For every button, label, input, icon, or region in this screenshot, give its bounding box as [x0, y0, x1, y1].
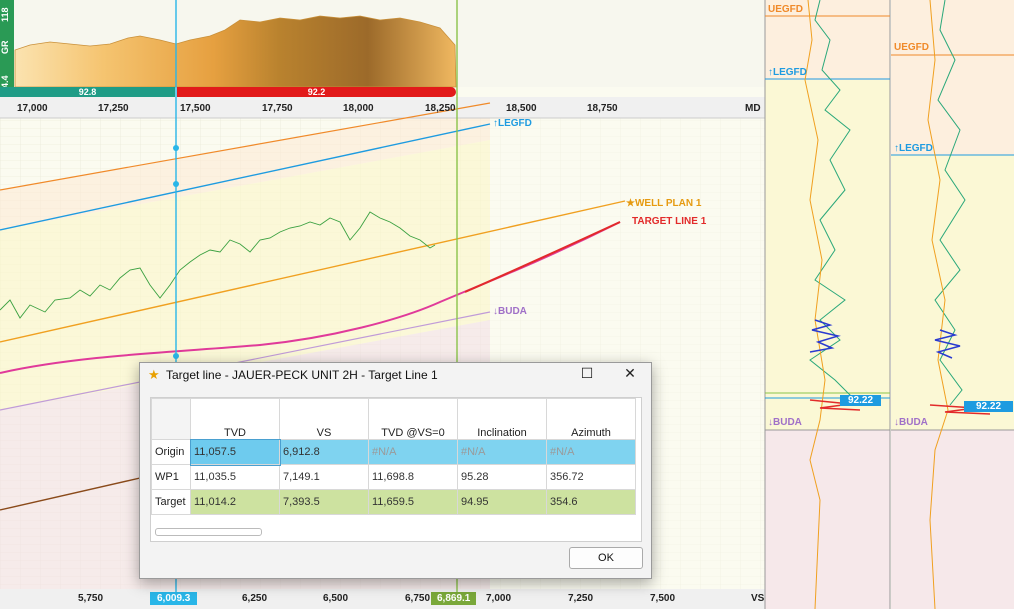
column-header-vs[interactable]: VS: [279, 398, 369, 440]
column-header-tvd[interactable]: TVD: [190, 398, 280, 440]
cell-vs[interactable]: 7,393.5: [279, 489, 369, 515]
md-tick: 18,500: [506, 103, 537, 114]
row-label: WP1: [151, 464, 191, 490]
table-row[interactable]: Origin 11,057.5 6,912.8 #N/A #N/A #N/A: [151, 438, 636, 466]
vs-unit-label: VS: [751, 593, 765, 604]
legfd-label: ↑LEGFD: [493, 118, 532, 129]
cell-inclination[interactable]: 95.28: [457, 464, 547, 490]
md-tick: 17,000: [17, 103, 48, 114]
gr-scale-max: 118: [0, 7, 10, 22]
log1-value-badge: 92.22: [840, 395, 882, 406]
row-label: Origin: [151, 439, 191, 465]
vs-tick: 7,500: [650, 593, 676, 604]
row-label: Target: [151, 489, 191, 515]
md-tick: 18,750: [587, 103, 618, 114]
cell-inclination[interactable]: 94.95: [457, 489, 547, 515]
horizontal-scrollbar[interactable]: [155, 528, 262, 536]
column-header-azimuth[interactable]: Azimuth: [546, 398, 636, 440]
md-tick: 17,500: [180, 103, 211, 114]
close-icon[interactable]: ✕: [620, 365, 640, 382]
log2-buda-label: ↓BUDA: [894, 417, 928, 428]
vs-tick: 6,250: [242, 593, 268, 604]
vs-tick: 7,250: [568, 593, 594, 604]
vs-tick: 6,500: [323, 593, 349, 604]
md-tick: 17,750: [262, 103, 293, 114]
buda-label: ↓BUDA: [493, 306, 527, 317]
log2-uegfd-label: UEGFD: [894, 42, 929, 53]
cell-azimuth[interactable]: 354.6: [546, 489, 636, 515]
vs-tick: 7,000: [486, 593, 512, 604]
cell-tvd-vs0[interactable]: 11,659.5: [368, 489, 458, 515]
log1-buda-label: ↓BUDA: [768, 417, 802, 428]
cell-inclination[interactable]: #N/A: [457, 439, 547, 465]
table-row[interactable]: Target 11,014.2 7,393.5 11,659.5 94.95 3…: [151, 489, 636, 515]
md-unit-label: MD: [745, 103, 761, 114]
md-tick: 17,250: [98, 103, 129, 114]
column-header-inclination[interactable]: Inclination: [457, 398, 547, 440]
target-line-label[interactable]: TARGET LINE 1: [632, 216, 706, 227]
md-tick: 18,250: [425, 103, 456, 114]
log1-legfd-label: ↑LEGFD: [768, 67, 807, 78]
dialog-title: Target line - JAUER-PECK UNIT 2H - Targe…: [166, 368, 438, 382]
vs-tick: 5,750: [78, 593, 104, 604]
log1-uegfd-label: UEGFD: [768, 4, 803, 15]
gr-left-value-bar[interactable]: 92.8: [0, 87, 175, 97]
cell-azimuth[interactable]: #N/A: [546, 439, 636, 465]
md-tick: 18,000: [343, 103, 374, 114]
table-row[interactable]: WP1 11,035.5 7,149.1 11,698.8 95.28 356.…: [151, 464, 636, 490]
cell-tvd-vs0[interactable]: 11,698.8: [368, 464, 458, 490]
cell-tvd-vs0[interactable]: #N/A: [368, 439, 458, 465]
star-icon: ★: [148, 367, 160, 382]
vs-cursor-b-badge[interactable]: 6,869.1: [431, 592, 477, 605]
cell-azimuth[interactable]: 356.72: [546, 464, 636, 490]
cell-tvd[interactable]: 11,014.2: [190, 489, 280, 515]
cell-tvd[interactable]: 11,035.5: [190, 464, 280, 490]
column-header-tvd-vs0[interactable]: TVD @VS=0: [368, 398, 458, 440]
maximize-icon[interactable]: ☐: [577, 365, 597, 382]
log2-value-badge: 92.22: [964, 401, 1014, 412]
cell-vs[interactable]: 7,149.1: [279, 464, 369, 490]
corner-cell: [151, 398, 191, 440]
vs-tick: 6,750: [405, 593, 431, 604]
gr-right-value-bar[interactable]: 92.2: [177, 87, 456, 97]
vs-cursor-a-badge[interactable]: 6,009.3: [150, 592, 198, 605]
cell-vs[interactable]: 6,912.8: [279, 439, 369, 465]
cell-tvd[interactable]: 11,057.5: [189, 438, 281, 466]
gr-label: GR: [0, 40, 10, 55]
target-line-grid[interactable]: TVD VS TVD @VS=0 Inclination Azimuth Ori…: [150, 397, 642, 542]
target-line-dialog: ★ Target line - JAUER-PECK UNIT 2H - Tar…: [139, 362, 652, 579]
gr-scale-min: 4.4: [0, 75, 10, 88]
log2-legfd-label: ↑LEGFD: [894, 143, 933, 154]
ok-button[interactable]: OK: [569, 547, 643, 569]
well-plan-label[interactable]: ★WELL PLAN 1: [626, 198, 701, 209]
